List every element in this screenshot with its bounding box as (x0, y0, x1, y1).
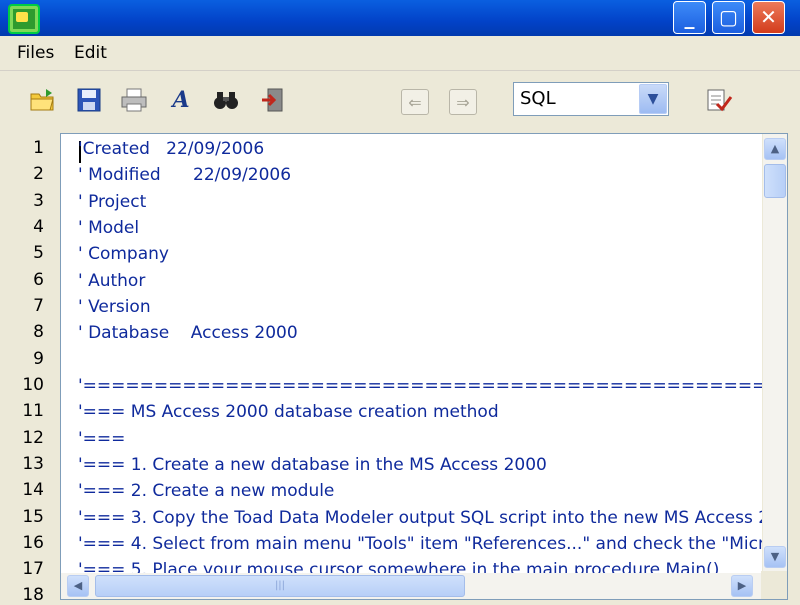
arrow-right-icon[interactable]: ⇒ (449, 89, 477, 115)
toolbar: A ⇐ ⇒ SQL ▼ (0, 71, 800, 131)
line-number: 3 (33, 191, 44, 211)
open-folder-icon[interactable] (28, 85, 58, 115)
scroll-down-icon[interactable]: ▼ (764, 546, 786, 568)
chevron-down-icon[interactable]: ▼ (639, 84, 667, 114)
code-line[interactable]: ' Modified 22/09/2006 (78, 165, 291, 185)
code-line[interactable]: '=== (78, 429, 125, 449)
menu-files[interactable]: Files (17, 43, 54, 63)
line-number: 5 (33, 243, 44, 263)
code-line[interactable]: 'Created 22/09/2006 (78, 139, 264, 159)
line-number: 16 (22, 533, 44, 553)
code-line[interactable]: ' Version (78, 297, 151, 317)
line-number: 9 (33, 349, 44, 369)
font-icon[interactable]: A (166, 85, 196, 115)
language-select-value: SQL (520, 88, 556, 109)
scroll-left-icon[interactable]: ◀ (67, 575, 89, 597)
line-number: 12 (22, 428, 44, 448)
menu-edit[interactable]: Edit (74, 43, 107, 63)
save-disk-icon[interactable] (74, 85, 104, 115)
title-bar[interactable]: _ ▢ ✕ (0, 0, 800, 36)
horizontal-scroll-thumb[interactable]: ||| (95, 575, 465, 597)
line-number: 4 (33, 217, 44, 237)
line-number: 18 (22, 585, 44, 605)
code-line[interactable]: ' Database Access 2000 (78, 323, 298, 343)
code-line[interactable]: ' Project (78, 192, 146, 212)
code-line[interactable]: ' Company (78, 244, 169, 264)
maximize-button[interactable]: ▢ (712, 1, 745, 34)
exit-door-icon[interactable] (258, 85, 288, 115)
line-number: 2 (33, 164, 44, 184)
code-line[interactable]: '=== 2. Create a new module (78, 481, 334, 501)
line-number: 6 (33, 270, 44, 290)
line-number: 7 (33, 296, 44, 316)
scroll-up-icon[interactable]: ▲ (764, 138, 786, 160)
line-number: 13 (22, 454, 44, 474)
vertical-scroll-thumb[interactable] (764, 164, 786, 198)
app-frog-icon[interactable] (8, 4, 40, 34)
binoculars-find-icon[interactable] (211, 85, 241, 115)
code-line[interactable]: '=== 1. Create a new database in the MS … (78, 455, 547, 475)
line-number: 17 (22, 559, 44, 579)
code-line[interactable]: ' Author (78, 271, 145, 291)
minimize-button[interactable]: _ (673, 1, 706, 34)
menu-bar: Files Edit (0, 36, 800, 71)
line-number-gutter: 1 2 3 4 5 6 7 8 9 10 11 12 13 14 15 16 1… (0, 133, 60, 605)
vertical-scrollbar[interactable]: ▲ ▼ (762, 134, 787, 572)
code-editor[interactable]: 'Created 22/09/2006 ' Modified 22/09/200… (60, 133, 788, 600)
close-button[interactable]: ✕ (752, 1, 785, 34)
language-select[interactable]: SQL ▼ (513, 82, 669, 116)
code-line[interactable]: ' Model (78, 218, 139, 238)
line-number: 15 (22, 507, 44, 527)
checklist-icon[interactable] (704, 85, 734, 115)
code-line[interactable]: '=== 3. Copy the Toad Data Modeler outpu… (78, 508, 769, 528)
code-line[interactable]: '=== MS Access 2000 database creation me… (78, 402, 499, 422)
arrow-left-icon[interactable]: ⇐ (401, 89, 429, 115)
code-line[interactable]: '=== 4. Select from main menu "Tools" it… (78, 534, 784, 554)
code-line[interactable]: '=======================================… (78, 376, 787, 396)
printer-icon[interactable] (119, 85, 149, 115)
line-number: 8 (33, 322, 44, 342)
line-number: 11 (22, 401, 44, 421)
scrollbar-corner (761, 571, 787, 599)
horizontal-scrollbar[interactable]: ◀ ||| ▶ (61, 573, 763, 599)
scroll-right-icon[interactable]: ▶ (731, 575, 753, 597)
line-number: 1 (33, 138, 44, 158)
line-number: 10 (22, 375, 44, 395)
line-number: 14 (22, 480, 44, 500)
